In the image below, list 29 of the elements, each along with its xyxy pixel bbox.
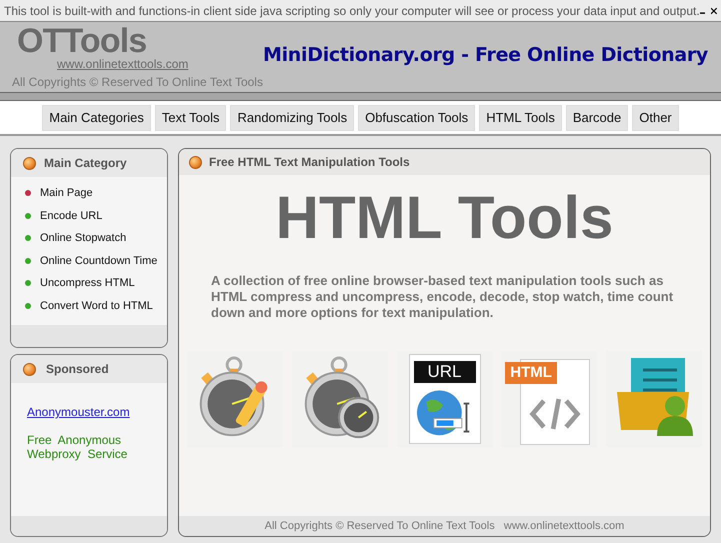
sidebar-link[interactable]: Convert Word to HTML xyxy=(40,298,153,314)
sidebar-link[interactable]: Encode URL xyxy=(40,208,102,224)
sidebar-link[interactable]: Main Page xyxy=(40,185,93,202)
sponsor-link[interactable]: Anonymouster.com xyxy=(27,403,130,421)
nav-tab[interactable]: Other xyxy=(632,104,679,130)
orb-icon xyxy=(23,156,36,170)
sidebar-link[interactable]: Uncompress HTML xyxy=(40,275,135,292)
panel-title: Main Category xyxy=(44,155,127,172)
notice-text: This tool is built-with and functions-in client side java scripting so only your computer will see or process your data input and output. xyxy=(4,2,700,20)
sidebar-link[interactable]: Online Countdown Time xyxy=(40,252,158,269)
nav-tab[interactable]: HTML Tools xyxy=(479,104,562,130)
nav-tab[interactable]: Randomizing Tools xyxy=(230,104,354,130)
sidebar-link[interactable]: Online Stopwatch xyxy=(40,230,126,246)
nav-tab[interactable]: Obfuscation Tools xyxy=(358,104,476,130)
nav-tab[interactable]: Text Tools xyxy=(154,104,226,130)
sponsor-text: Free Anonymous Webproxy Service xyxy=(27,433,128,461)
orb-icon xyxy=(189,156,202,168)
close-icon[interactable] xyxy=(711,6,717,14)
nav-tab[interactable]: Main Categories xyxy=(42,104,151,130)
copyright-text: All Copyrights © Reserved To Online Text Tools xyxy=(12,74,263,90)
footer-text: All Copyrights © Reserved To Online Text Tools www.onlinetexttools.com xyxy=(264,518,624,534)
description-text: A collection of free online browser-based text manipulation tools such as HTML compress and uncompress, encode, decode, stop watch, time count down and more options for text manipulation. xyxy=(211,273,674,321)
banner-title[interactable]: MiniDictionary.org - Free Online Dictionary xyxy=(262,40,708,70)
panel-title: Sponsored xyxy=(46,361,109,378)
panel-title: Free HTML Text Manipulation Tools xyxy=(209,154,410,171)
nav-tab[interactable]: Barcode xyxy=(566,104,628,130)
page-heading: HTML Tools xyxy=(274,185,614,251)
logo-text: OTTools xyxy=(17,24,146,58)
orb-icon xyxy=(23,362,36,376)
